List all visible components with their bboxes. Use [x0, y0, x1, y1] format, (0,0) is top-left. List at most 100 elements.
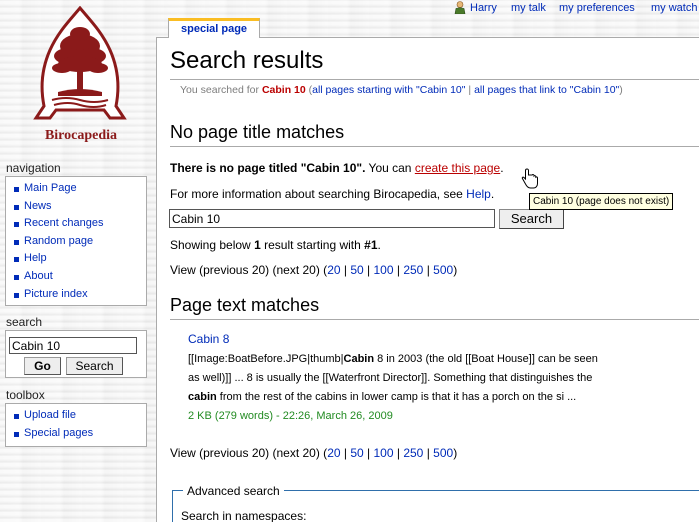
snippet-text: 8 in 2003 (the old [[Boat House]] can be…	[374, 353, 598, 365]
picture-index-link[interactable]: Picture index	[24, 288, 88, 300]
sidebar-item-random-page[interactable]: Random page	[11, 233, 146, 251]
toolbox-heading: toolbox	[6, 388, 45, 402]
sidebar-search-button[interactable]: Search	[66, 357, 123, 375]
sidebar-item-help[interactable]: Help	[11, 250, 146, 268]
search-heading: search	[6, 315, 43, 329]
period-text: .	[377, 238, 381, 252]
you-can-text: You can	[368, 161, 412, 175]
pager-link-500[interactable]: 500	[433, 446, 453, 460]
result-count: 1	[254, 238, 261, 252]
pager-suffix: )	[453, 446, 458, 460]
pager-link-100[interactable]: 100	[374, 263, 394, 277]
main-search-button[interactable]: Search	[499, 209, 564, 229]
about-link[interactable]: About	[24, 270, 53, 282]
namespaces-label: Search in namespaces:	[181, 509, 307, 522]
main-search-input[interactable]	[169, 209, 495, 228]
pager-link-100[interactable]: 100	[374, 446, 394, 460]
snippet-match: Cabin	[343, 353, 375, 365]
subtitle-separator: |	[468, 84, 472, 96]
sidebar-item-main-page[interactable]: Main Page	[11, 180, 146, 198]
bullet-icon	[14, 431, 19, 437]
user-link[interactable]: Harry	[470, 2, 497, 14]
text-matches-heading: Page text matches	[170, 295, 320, 315]
pager-link-250[interactable]: 250	[403, 263, 423, 277]
logo-text: Birocapedia	[44, 128, 118, 143]
sidebar-search-input[interactable]	[9, 337, 137, 354]
heading-divider	[170, 319, 699, 320]
bullet-icon	[14, 292, 19, 298]
pager-link-500[interactable]: 500	[433, 263, 453, 277]
showing-prefix: Showing below	[170, 238, 251, 252]
pager-suffix: )	[453, 263, 458, 277]
period-text: .	[490, 187, 495, 201]
subtitle-prefix: You searched for	[180, 84, 260, 96]
my-talk-link[interactable]: my talk	[511, 2, 546, 14]
snippet-text: as well)]] ... 8 is usually the [[Waterf…	[188, 372, 593, 384]
my-preferences-link[interactable]: my preferences	[559, 2, 635, 14]
pager-link-50[interactable]: 50	[350, 263, 363, 277]
hand-cursor-icon	[521, 168, 538, 189]
search-result: Cabin 8 [[Image:BoatBefore.JPG|thumb|Cab…	[188, 332, 658, 426]
sidebar-item-special-pages[interactable]: Special pages	[11, 425, 146, 443]
title-divider	[170, 79, 699, 80]
result-title-link[interactable]: Cabin 8	[188, 332, 658, 350]
result-meta: 2 KB (279 words) - 22:26, March 26, 2009	[188, 410, 393, 422]
bullet-icon	[14, 239, 19, 245]
bullet-icon	[14, 274, 19, 280]
snippet-match: cabin	[188, 391, 217, 403]
search-subtitle: You searched for Cabin 10 (all pages sta…	[180, 84, 623, 96]
showing-mid: result starting with	[264, 238, 361, 252]
help-page-link[interactable]: Help	[466, 187, 491, 201]
more-info-line: For more information about searching Bir…	[170, 187, 494, 201]
sidebar-item-news[interactable]: News	[11, 198, 146, 216]
help-link[interactable]: Help	[24, 252, 47, 264]
bullet-icon	[14, 257, 19, 263]
arrowhead-tree-logo	[33, 5, 127, 120]
no-page-text: There is no page titled "Cabin 10".	[170, 161, 366, 175]
bullet-icon	[14, 204, 19, 210]
navigation-heading: navigation	[6, 161, 61, 175]
pager-link-50[interactable]: 50	[350, 446, 363, 460]
subtitle-paren: )	[619, 84, 623, 96]
no-page-notice: There is no page titled "Cabin 10". You …	[170, 161, 504, 175]
result-snippet: [[Image:BoatBefore.JPG|thumb|Cabin 8 in …	[188, 350, 658, 407]
go-button[interactable]: Go	[24, 357, 61, 375]
advanced-search-legend: Advanced search	[183, 484, 284, 498]
sidebar-item-recent-changes[interactable]: Recent changes	[11, 215, 146, 233]
main-page-link[interactable]: Main Page	[24, 182, 77, 194]
page-title: Search results	[170, 47, 324, 74]
prefix-search-link[interactable]: all pages starting with "Cabin 10"	[312, 84, 465, 96]
title-matches-heading: No page title matches	[170, 122, 345, 142]
bullet-icon	[14, 414, 19, 419]
pager-prefix: View (previous 20) (next 20) (	[170, 263, 328, 277]
result-start: #1	[364, 238, 378, 252]
special-pages-link[interactable]: Special pages	[24, 427, 93, 439]
sidebar-item-picture-index[interactable]: Picture index	[11, 286, 146, 304]
create-page-link[interactable]: create this page	[415, 161, 500, 175]
bullet-icon	[14, 222, 19, 228]
showing-results-line: Showing below 1 result starting with #1.	[170, 238, 381, 252]
recent-changes-link[interactable]: Recent changes	[24, 217, 104, 229]
pager-prefix: View (previous 20) (next 20) (	[170, 446, 328, 460]
random-page-link[interactable]: Random page	[24, 235, 93, 247]
link-tooltip: Cabin 10 (page does not exist)	[529, 193, 674, 210]
my-watchlist-link[interactable]: my watch	[651, 2, 697, 14]
pager-link-250[interactable]: 250	[403, 446, 423, 460]
navigation-portlet: Main Page News Recent changes Random pag…	[5, 176, 147, 306]
upload-file-link[interactable]: Upload file	[24, 409, 76, 421]
more-info-text: For more information about searching Bir…	[170, 187, 463, 201]
snippet-text: [[Image:BoatBefore.JPG|thumb|	[188, 353, 344, 365]
news-link[interactable]: News	[24, 200, 52, 212]
toolbox-portlet: Upload file Special pages	[5, 403, 147, 447]
tab-special-page[interactable]: special page	[168, 18, 261, 38]
user-icon	[454, 1, 466, 14]
pager-link-20[interactable]: 20	[327, 263, 340, 277]
pager-link-20[interactable]: 20	[327, 446, 340, 460]
sidebar-item-about[interactable]: About	[11, 268, 146, 286]
pager-bottom: View (previous 20) (next 20) (20 | 50 | …	[170, 446, 458, 460]
sidebar-item-upload-file[interactable]: Upload file	[11, 407, 146, 425]
what-links-here-link[interactable]: all pages that link to "Cabin 10"	[474, 84, 619, 96]
subtitle-query: Cabin 10	[261, 84, 306, 96]
snippet-text: from the rest of the cabins in lower cam…	[216, 391, 577, 403]
personal-toolbar: Harry my talk my preferences my watch	[440, 0, 699, 16]
